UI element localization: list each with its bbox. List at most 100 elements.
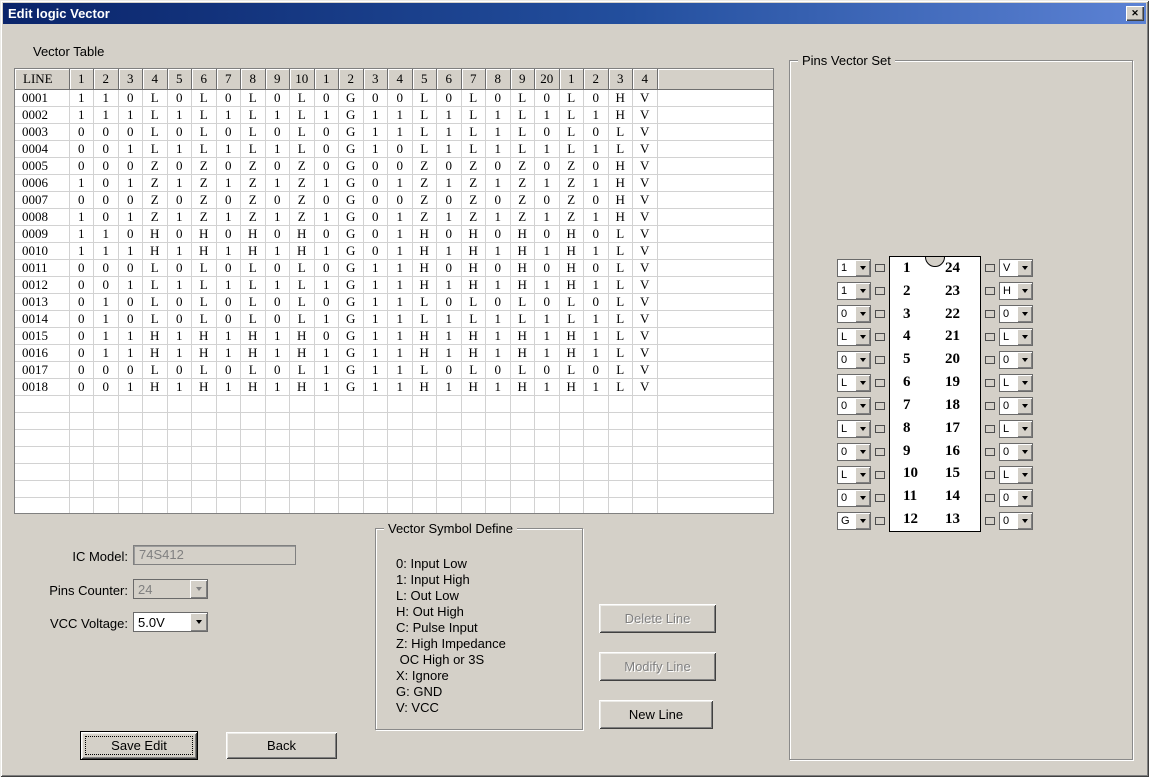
grid-cell[interactable]: G bbox=[339, 225, 364, 242]
grid-cell[interactable]: H bbox=[412, 344, 437, 361]
grid-cell[interactable]: H bbox=[510, 225, 535, 242]
grid-cell[interactable]: H bbox=[461, 327, 486, 344]
pin-combo-left[interactable]: 0 bbox=[837, 443, 871, 461]
grid-cell[interactable]: 0 bbox=[167, 225, 192, 242]
grid-cell[interactable]: 1 bbox=[167, 327, 192, 344]
grid-cell[interactable]: L bbox=[143, 106, 168, 123]
grid-cell[interactable]: 1 bbox=[584, 174, 609, 191]
grid-cell[interactable]: H bbox=[143, 344, 168, 361]
line-cell[interactable]: 0017 bbox=[15, 361, 69, 378]
chevron-down-icon[interactable] bbox=[1017, 398, 1032, 414]
grid-cell[interactable]: 0 bbox=[216, 191, 241, 208]
grid-cell[interactable]: 0 bbox=[486, 157, 511, 174]
chevron-down-icon[interactable] bbox=[855, 490, 870, 506]
grid-cell[interactable]: L bbox=[290, 123, 315, 140]
grid-cell[interactable]: Z bbox=[559, 191, 584, 208]
chevron-down-icon[interactable] bbox=[1017, 329, 1032, 345]
grid-cell[interactable]: 1 bbox=[314, 208, 339, 225]
grid-cell[interactable]: L bbox=[461, 123, 486, 140]
grid-cell[interactable]: 0 bbox=[584, 225, 609, 242]
grid-cell[interactable]: 0 bbox=[535, 89, 560, 106]
grid-cell[interactable]: 1 bbox=[94, 327, 119, 344]
chevron-down-icon[interactable] bbox=[190, 580, 207, 598]
grid-cell[interactable]: L bbox=[192, 310, 217, 327]
grid-cell[interactable]: 0 bbox=[118, 293, 143, 310]
grid-cell[interactable]: 0 bbox=[94, 140, 119, 157]
grid-cell[interactable]: 1 bbox=[118, 208, 143, 225]
grid-cell[interactable]: L bbox=[559, 106, 584, 123]
grid-cell[interactable]: 1 bbox=[94, 344, 119, 361]
chevron-down-icon[interactable] bbox=[1017, 490, 1032, 506]
grid-cell[interactable]: 0 bbox=[118, 361, 143, 378]
table-row[interactable]: 0007000Z0Z0Z0Z0G00Z0Z0Z0Z0HV bbox=[15, 191, 773, 208]
close-icon[interactable]: ✕ bbox=[1126, 6, 1144, 21]
chevron-down-icon[interactable] bbox=[1017, 306, 1032, 322]
grid-cell[interactable]: L bbox=[559, 293, 584, 310]
grid-cell[interactable]: 1 bbox=[486, 242, 511, 259]
grid-cell[interactable]: 1 bbox=[94, 310, 119, 327]
grid-cell[interactable]: 0 bbox=[69, 378, 94, 395]
vector-table[interactable]: LINE123456789101234567892012340001110L0L… bbox=[14, 68, 774, 514]
grid-cell[interactable]: H bbox=[412, 276, 437, 293]
grid-cell[interactable]: G bbox=[339, 327, 364, 344]
table-row[interactable]: 0015011H1H1H1H0G11H1H1H1H1LV bbox=[15, 327, 773, 344]
pin-combo-right[interactable]: 0 bbox=[999, 351, 1033, 369]
grid-cell[interactable]: V bbox=[633, 378, 658, 395]
grid-cell[interactable]: 0 bbox=[69, 123, 94, 140]
grid-cell[interactable]: Z bbox=[412, 174, 437, 191]
grid-cell[interactable]: 1 bbox=[535, 344, 560, 361]
grid-cell[interactable]: L bbox=[461, 106, 486, 123]
grid-cell[interactable]: 1 bbox=[216, 242, 241, 259]
grid-cell[interactable]: H bbox=[559, 344, 584, 361]
grid-cell[interactable]: 0 bbox=[216, 293, 241, 310]
pins-counter-select[interactable]: 24 bbox=[133, 579, 208, 599]
grid-cell[interactable]: 1 bbox=[118, 140, 143, 157]
grid-cell[interactable]: 1 bbox=[94, 89, 119, 106]
grid-cell[interactable]: Z bbox=[143, 208, 168, 225]
pin-combo-right[interactable]: 0 bbox=[999, 512, 1033, 530]
grid-cell[interactable]: 0 bbox=[69, 293, 94, 310]
grid-cell[interactable]: 0 bbox=[69, 344, 94, 361]
vector-grid[interactable]: LINE123456789101234567892012340001110L0L… bbox=[15, 69, 773, 514]
grid-cell[interactable]: 1 bbox=[388, 310, 413, 327]
grid-cell[interactable]: 1 bbox=[167, 174, 192, 191]
grid-cell[interactable]: 1 bbox=[363, 259, 388, 276]
grid-cell[interactable]: 0 bbox=[486, 191, 511, 208]
grid-cell[interactable]: Z bbox=[510, 174, 535, 191]
grid-cell[interactable]: 0 bbox=[363, 157, 388, 174]
grid-cell[interactable]: 1 bbox=[437, 344, 462, 361]
pin-combo-right[interactable]: L bbox=[999, 374, 1033, 392]
grid-cell[interactable]: L bbox=[608, 344, 633, 361]
grid-cell[interactable]: 0 bbox=[69, 276, 94, 293]
grid-cell[interactable]: L bbox=[461, 361, 486, 378]
grid-cell[interactable]: L bbox=[608, 293, 633, 310]
grid-cell[interactable]: 1 bbox=[314, 310, 339, 327]
grid-cell[interactable]: L bbox=[510, 361, 535, 378]
grid-cell[interactable]: Z bbox=[192, 157, 217, 174]
grid-cell[interactable]: L bbox=[510, 89, 535, 106]
grid-cell[interactable]: 1 bbox=[437, 140, 462, 157]
grid-cell[interactable]: 0 bbox=[216, 123, 241, 140]
grid-cell[interactable]: 0 bbox=[118, 310, 143, 327]
grid-cell[interactable]: H bbox=[559, 225, 584, 242]
grid-cell[interactable]: 1 bbox=[118, 276, 143, 293]
grid-cell[interactable]: 0 bbox=[363, 225, 388, 242]
grid-cell[interactable]: 1 bbox=[69, 174, 94, 191]
grid-cell[interactable]: H bbox=[290, 225, 315, 242]
chevron-down-icon[interactable] bbox=[1017, 444, 1032, 460]
line-cell[interactable]: 0015 bbox=[15, 327, 69, 344]
grid-cell[interactable]: H bbox=[608, 191, 633, 208]
grid-cell[interactable]: L bbox=[241, 276, 266, 293]
grid-cell[interactable]: 0 bbox=[94, 361, 119, 378]
table-row[interactable]: 0012001L1L1L1L1G11H1H1H1H1LV bbox=[15, 276, 773, 293]
grid-cell[interactable]: 1 bbox=[314, 242, 339, 259]
grid-cell[interactable]: L bbox=[608, 140, 633, 157]
grid-cell[interactable]: L bbox=[608, 327, 633, 344]
grid-cell[interactable]: 1 bbox=[118, 378, 143, 395]
grid-cell[interactable]: 1 bbox=[94, 242, 119, 259]
chevron-down-icon[interactable] bbox=[1017, 352, 1032, 368]
grid-cell[interactable]: 1 bbox=[388, 208, 413, 225]
line-cell[interactable]: 0013 bbox=[15, 293, 69, 310]
grid-cell[interactable]: L bbox=[241, 361, 266, 378]
line-cell[interactable]: 0010 bbox=[15, 242, 69, 259]
